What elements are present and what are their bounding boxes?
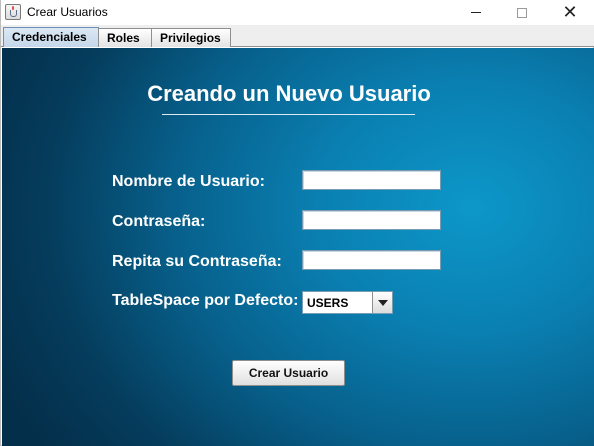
minimize-icon bbox=[471, 12, 481, 13]
tab-credenciales[interactable]: Credenciales bbox=[3, 27, 99, 47]
username-input[interactable] bbox=[302, 170, 441, 190]
app-window: Crear Usuarios ✕ Credenciales Roles Priv… bbox=[0, 0, 594, 446]
window-title: Crear Usuarios bbox=[27, 5, 108, 19]
tab-roles[interactable]: Roles bbox=[98, 28, 152, 47]
tablespace-select[interactable]: USERS bbox=[302, 291, 393, 314]
title-bar[interactable]: Crear Usuarios ✕ bbox=[1, 0, 594, 25]
tab-strip: Credenciales Roles Privilegios bbox=[1, 25, 594, 47]
form-heading: Creando un Nuevo Usuario bbox=[147, 81, 431, 106]
repeat-password-input[interactable] bbox=[302, 250, 441, 270]
chevron-down-icon bbox=[378, 300, 388, 306]
credentials-panel: Creando un Nuevo Usuario Nombre de Usuar… bbox=[2, 48, 594, 446]
password-input[interactable] bbox=[302, 210, 441, 230]
create-user-button[interactable]: Crear Usuario bbox=[232, 360, 345, 386]
java-icon bbox=[5, 4, 21, 20]
heading-underline bbox=[162, 114, 415, 115]
repeat-password-label: Repita su Contraseña: bbox=[112, 253, 282, 270]
minimize-button[interactable] bbox=[453, 0, 499, 25]
password-label: Contraseña: bbox=[112, 213, 206, 230]
tablespace-label: TableSpace por Defecto: bbox=[112, 292, 299, 309]
tablespace-selected-value: USERS bbox=[307, 296, 349, 310]
dropdown-button[interactable] bbox=[372, 292, 392, 313]
close-icon: ✕ bbox=[562, 1, 578, 23]
username-label: Nombre de Usuario: bbox=[112, 173, 265, 190]
maximize-icon bbox=[517, 7, 527, 18]
tab-privilegios[interactable]: Privilegios bbox=[151, 28, 231, 47]
maximize-button[interactable] bbox=[499, 0, 545, 25]
close-button[interactable]: ✕ bbox=[547, 0, 593, 25]
